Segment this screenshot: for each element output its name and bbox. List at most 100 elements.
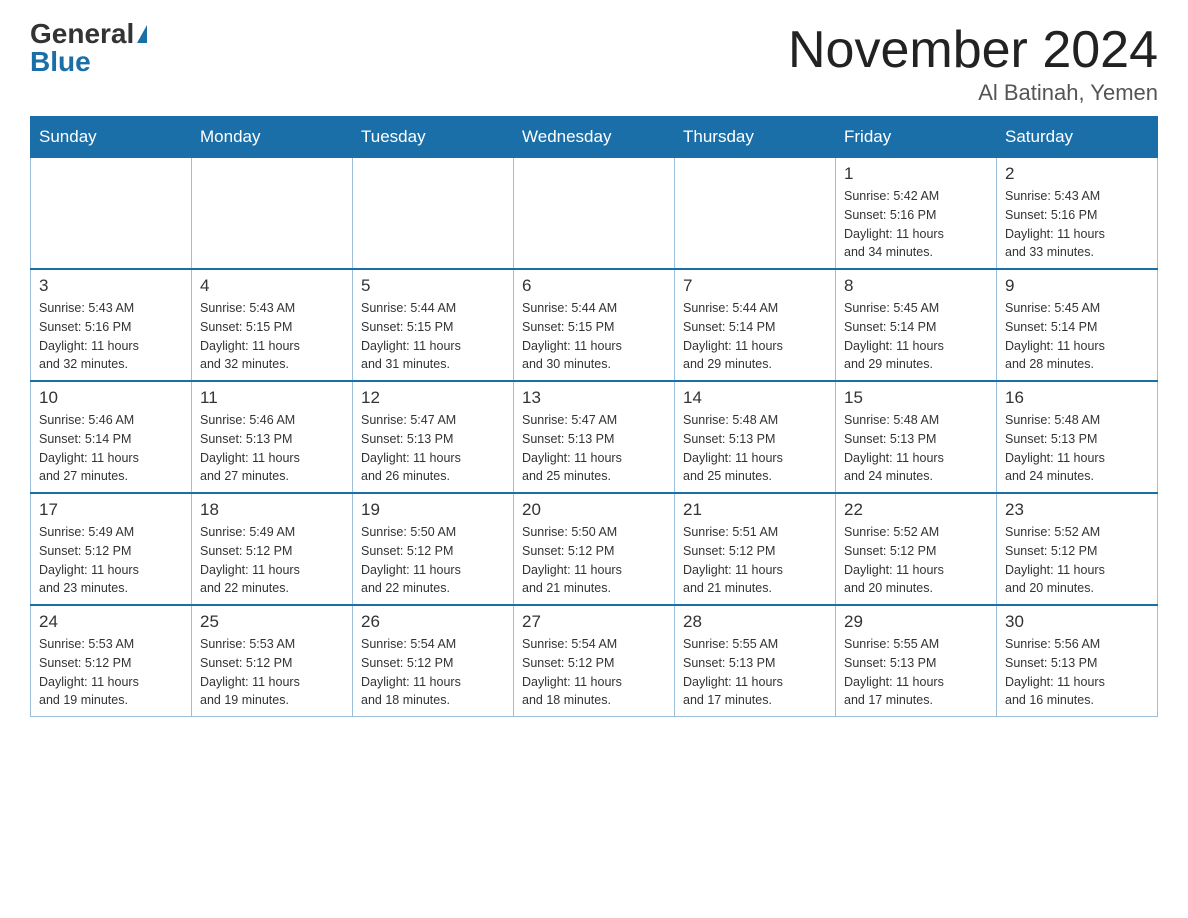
- logo-blue-text: Blue: [30, 48, 91, 76]
- day-info: Sunrise: 5:50 AM Sunset: 5:12 PM Dayligh…: [522, 523, 666, 598]
- day-info: Sunrise: 5:55 AM Sunset: 5:13 PM Dayligh…: [844, 635, 988, 710]
- day-info: Sunrise: 5:43 AM Sunset: 5:15 PM Dayligh…: [200, 299, 344, 374]
- day-number: 23: [1005, 500, 1149, 520]
- calendar-cell: 19 Sunrise: 5:50 AM Sunset: 5:12 PM Dayli…: [353, 493, 514, 605]
- day-info: Sunrise: 5:54 AM Sunset: 5:12 PM Dayligh…: [522, 635, 666, 710]
- calendar-cell: [675, 158, 836, 270]
- weekday-header-friday: Friday: [836, 117, 997, 158]
- calendar-week-row: 10 Sunrise: 5:46 AM Sunset: 5:14 PM Dayli…: [31, 381, 1158, 493]
- calendar-cell: 29Sunrise: 5:55 AM Sunset: 5:13 PM Dayli…: [836, 605, 997, 717]
- day-info: Sunrise: 5:52 AM Sunset: 5:12 PM Dayligh…: [1005, 523, 1149, 598]
- day-number: 3: [39, 276, 183, 296]
- day-info: Sunrise: 5:44 AM Sunset: 5:15 PM Dayligh…: [361, 299, 505, 374]
- calendar-week-row: 17Sunrise: 5:49 AM Sunset: 5:12 PM Dayli…: [31, 493, 1158, 605]
- calendar-cell: 15 Sunrise: 5:48 AM Sunset: 5:13 PM Dayli…: [836, 381, 997, 493]
- calendar-cell: 3Sunrise: 5:43 AM Sunset: 5:16 PM Daylig…: [31, 269, 192, 381]
- calendar-cell: 24Sunrise: 5:53 AM Sunset: 5:12 PM Dayli…: [31, 605, 192, 717]
- calendar-cell: [514, 158, 675, 270]
- day-number: 21: [683, 500, 827, 520]
- weekday-row: SundayMondayTuesdayWednesdayThursdayFrid…: [31, 117, 1158, 158]
- calendar-cell: 18 Sunrise: 5:49 AM Sunset: 5:12 PM Dayli…: [192, 493, 353, 605]
- day-info: Sunrise: 5:43 AM Sunset: 5:16 PM Dayligh…: [1005, 187, 1149, 262]
- calendar-cell: 14Sunrise: 5:48 AM Sunset: 5:13 PM Dayli…: [675, 381, 836, 493]
- logo-general-text: General: [30, 20, 134, 48]
- calendar-cell: 27 Sunrise: 5:54 AM Sunset: 5:12 PM Dayli…: [514, 605, 675, 717]
- day-number: 28: [683, 612, 827, 632]
- day-info: Sunrise: 5:44 AM Sunset: 5:14 PM Dayligh…: [683, 299, 827, 374]
- weekday-header-sunday: Sunday: [31, 117, 192, 158]
- weekday-header-saturday: Saturday: [997, 117, 1158, 158]
- day-info: Sunrise: 5:48 AM Sunset: 5:13 PM Dayligh…: [1005, 411, 1149, 486]
- day-number: 19: [361, 500, 505, 520]
- weekday-header-wednesday: Wednesday: [514, 117, 675, 158]
- calendar-cell: 2 Sunrise: 5:43 AM Sunset: 5:16 PM Daylig…: [997, 158, 1158, 270]
- day-number: 5: [361, 276, 505, 296]
- calendar-week-row: 3Sunrise: 5:43 AM Sunset: 5:16 PM Daylig…: [31, 269, 1158, 381]
- day-number: 16: [1005, 388, 1149, 408]
- weekday-header-tuesday: Tuesday: [353, 117, 514, 158]
- calendar-week-row: 24 Sunrise: 5:53 AM Sunset: 5:12 PM Dayli…: [31, 605, 1158, 717]
- day-info: Sunrise: 5:47 AM Sunset: 5:13 PM Dayligh…: [522, 411, 666, 486]
- weekday-header-monday: Monday: [192, 117, 353, 158]
- day-number: 10: [39, 388, 183, 408]
- day-info: Sunrise: 5:44 AM Sunset: 5:15 PM Dayligh…: [522, 299, 666, 374]
- day-number: 1: [844, 164, 988, 184]
- calendar-cell: 10 Sunrise: 5:46 AM Sunset: 5:14 PM Dayli…: [31, 381, 192, 493]
- day-info: Sunrise: 5:55 AM Sunset: 5:13 PM Dayligh…: [683, 635, 827, 710]
- day-info: Sunrise: 5:47 AM Sunset: 5:13 PM Dayligh…: [361, 411, 505, 486]
- day-number: 18: [200, 500, 344, 520]
- day-info: Sunrise: 5:45 AM Sunset: 5:14 PM Dayligh…: [1005, 299, 1149, 374]
- calendar-cell: 5 Sunrise: 5:44 AM Sunset: 5:15 PM Daylig…: [353, 269, 514, 381]
- day-number: 4: [200, 276, 344, 296]
- calendar-cell: 21Sunrise: 5:51 AM Sunset: 5:12 PM Dayli…: [675, 493, 836, 605]
- day-info: Sunrise: 5:46 AM Sunset: 5:14 PM Dayligh…: [39, 411, 183, 486]
- day-number: 13: [522, 388, 666, 408]
- day-number: 25: [200, 612, 344, 632]
- calendar-cell: 6 Sunrise: 5:44 AM Sunset: 5:15 PM Daylig…: [514, 269, 675, 381]
- day-info: Sunrise: 5:49 AM Sunset: 5:12 PM Dayligh…: [200, 523, 344, 598]
- calendar-cell: [353, 158, 514, 270]
- calendar-cell: 22Sunrise: 5:52 AM Sunset: 5:12 PM Dayli…: [836, 493, 997, 605]
- day-number: 22: [844, 500, 988, 520]
- day-info: Sunrise: 5:49 AM Sunset: 5:12 PM Dayligh…: [39, 523, 183, 598]
- month-title: November 2024: [788, 20, 1158, 80]
- day-number: 11: [200, 388, 344, 408]
- day-number: 30: [1005, 612, 1149, 632]
- calendar-header: SundayMondayTuesdayWednesdayThursdayFrid…: [31, 117, 1158, 158]
- calendar-cell: 28 Sunrise: 5:55 AM Sunset: 5:13 PM Dayli…: [675, 605, 836, 717]
- day-number: 26: [361, 612, 505, 632]
- calendar-cell: 16 Sunrise: 5:48 AM Sunset: 5:13 PM Dayli…: [997, 381, 1158, 493]
- calendar-cell: 23 Sunrise: 5:52 AM Sunset: 5:12 PM Dayli…: [997, 493, 1158, 605]
- day-number: 27: [522, 612, 666, 632]
- calendar-body: 1 Sunrise: 5:42 AM Sunset: 5:16 PM Daylig…: [31, 158, 1158, 717]
- day-number: 14: [683, 388, 827, 408]
- day-info: Sunrise: 5:42 AM Sunset: 5:16 PM Dayligh…: [844, 187, 988, 262]
- day-info: Sunrise: 5:53 AM Sunset: 5:12 PM Dayligh…: [200, 635, 344, 710]
- calendar-cell: [31, 158, 192, 270]
- calendar-cell: 13 Sunrise: 5:47 AM Sunset: 5:13 PM Dayli…: [514, 381, 675, 493]
- day-number: 6: [522, 276, 666, 296]
- day-info: Sunrise: 5:56 AM Sunset: 5:13 PM Dayligh…: [1005, 635, 1149, 710]
- calendar-cell: 8Sunrise: 5:45 AM Sunset: 5:14 PM Daylig…: [836, 269, 997, 381]
- logo: General Blue: [30, 20, 147, 76]
- day-number: 24: [39, 612, 183, 632]
- day-info: Sunrise: 5:54 AM Sunset: 5:12 PM Dayligh…: [361, 635, 505, 710]
- calendar-cell: [192, 158, 353, 270]
- logo-triangle-icon: [137, 25, 147, 43]
- day-number: 2: [1005, 164, 1149, 184]
- title-section: November 2024 Al Batinah, Yemen: [788, 20, 1158, 106]
- calendar-table: SundayMondayTuesdayWednesdayThursdayFrid…: [30, 116, 1158, 717]
- day-number: 8: [844, 276, 988, 296]
- calendar-cell: 12Sunrise: 5:47 AM Sunset: 5:13 PM Dayli…: [353, 381, 514, 493]
- page-header: General Blue November 2024 Al Batinah, Y…: [30, 20, 1158, 106]
- weekday-header-thursday: Thursday: [675, 117, 836, 158]
- day-number: 7: [683, 276, 827, 296]
- day-info: Sunrise: 5:50 AM Sunset: 5:12 PM Dayligh…: [361, 523, 505, 598]
- day-info: Sunrise: 5:46 AM Sunset: 5:13 PM Dayligh…: [200, 411, 344, 486]
- calendar-cell: 17Sunrise: 5:49 AM Sunset: 5:12 PM Dayli…: [31, 493, 192, 605]
- calendar-cell: 4 Sunrise: 5:43 AM Sunset: 5:15 PM Daylig…: [192, 269, 353, 381]
- day-number: 20: [522, 500, 666, 520]
- location: Al Batinah, Yemen: [788, 80, 1158, 106]
- day-info: Sunrise: 5:48 AM Sunset: 5:13 PM Dayligh…: [844, 411, 988, 486]
- day-number: 15: [844, 388, 988, 408]
